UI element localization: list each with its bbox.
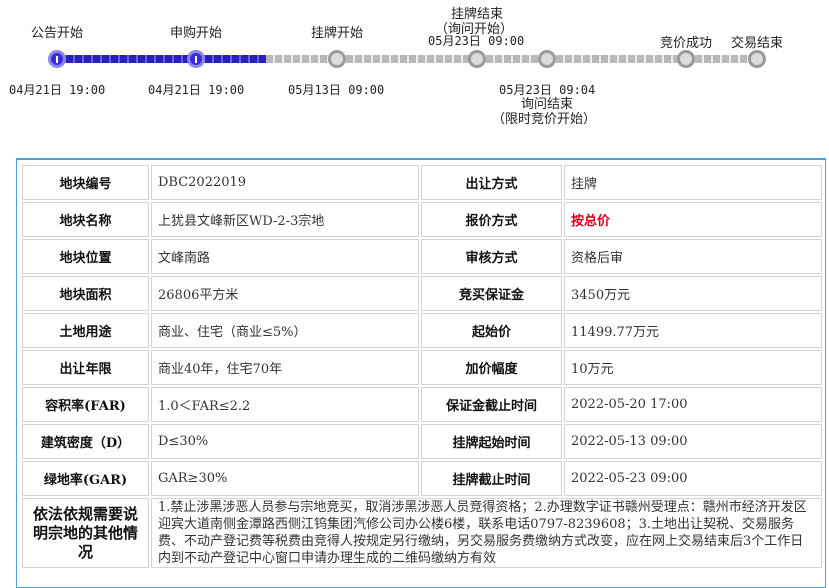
timeline-node-apply-start [187, 50, 205, 68]
timeline-node-trade-end [748, 50, 766, 68]
table-row: 地块面积 26806平方米 竞买保证金 3450万元 [22, 276, 822, 311]
value-parcel-area: 26806平方米 [151, 276, 419, 311]
timeline-date-listing-end: 05月23日 09:00 [428, 34, 525, 48]
timeline-label-bid-success: 竞价成功 [659, 36, 713, 51]
label-parcel-area: 地块面积 [22, 276, 149, 311]
table-row: 依法依规需要说明宗地的其他情况 1.禁止涉黑涉恶人员参与宗地竞买，取消涉黑涉恶人… [22, 498, 822, 568]
table-row: 建筑密度（D） D≤30% 挂牌起始时间 2022-05-13 09:00 [22, 424, 822, 459]
value-floor-area-ratio: 1.0＜FAR≤2.2 [151, 387, 419, 422]
label-parcel-name: 地块名称 [22, 202, 149, 237]
timeline-segment-3 [266, 55, 337, 63]
table-row: 容积率(FAR) 1.0＜FAR≤2.2 保证金截止时间 2022-05-20 … [22, 387, 822, 422]
value-review-method: 资格后审 [564, 239, 822, 274]
value-parcel-location: 文峰南路 [151, 239, 419, 274]
timeline-segment-7 [686, 55, 757, 63]
table-row: 土地用途 商业、住宅（商业≤5%） 起始价 11499.77万元 [22, 313, 822, 348]
land-info-table: 地块编号 DBC2022019 出让方式 挂牌 地块名称 上犹县文峰新区WD-2… [20, 163, 824, 570]
timeline-segment-5 [477, 55, 547, 63]
label-bid-deposit: 竞买保证金 [421, 276, 562, 311]
label-transfer-method: 出让方式 [421, 165, 562, 200]
label-parcel-number: 地块编号 [22, 165, 149, 200]
timeline-segment-6 [547, 55, 686, 63]
timeline-label-trade-end: 交易结束 [730, 36, 784, 51]
timeline-label-listing-start: 挂牌开始 [310, 26, 364, 41]
timeline-node-announce-start [48, 50, 66, 68]
table-row: 地块位置 文峰南路 审核方式 资格后审 [22, 239, 822, 274]
timeline-node-inquiry-end [538, 50, 556, 68]
table-row: 绿地率(GAR) GAR≥30% 挂牌截止时间 2022-05-23 09:00 [22, 461, 822, 496]
value-listing-end-time: 2022-05-23 09:00 [564, 461, 822, 496]
value-parcel-name: 上犹县文峰新区WD-2-3宗地 [151, 202, 419, 237]
value-transfer-term: 商业40年，住宅70年 [151, 350, 419, 385]
timeline-date-announce-start: 04月21日 19:00 [9, 83, 106, 97]
timeline-label-timed-bid-start: （限时竞价开始） [491, 112, 597, 127]
value-quote-method: 按总价 [564, 202, 822, 237]
label-floor-area-ratio: 容积率(FAR) [22, 387, 149, 422]
timeline-date-listing-start: 05月13日 09:00 [288, 83, 385, 97]
value-bid-deposit: 3450万元 [564, 276, 822, 311]
label-parcel-location: 地块位置 [22, 239, 149, 274]
label-listing-end-time: 挂牌截止时间 [421, 461, 562, 496]
label-other-conditions: 依法依规需要说明宗地的其他情况 [22, 498, 149, 568]
value-green-ratio: GAR≥30% [151, 461, 419, 496]
timeline-node-listing-end [468, 50, 486, 68]
timeline-node-listing-start [328, 50, 346, 68]
value-parcel-number: DBC2022019 [151, 165, 419, 200]
timeline-segment-2 [196, 55, 266, 63]
table-row: 地块编号 DBC2022019 出让方式 挂牌 [22, 165, 822, 200]
timeline-segment-1 [57, 55, 196, 63]
timeline-date-apply-start: 04月21日 19:00 [148, 83, 245, 97]
label-quote-method: 报价方式 [421, 202, 562, 237]
value-deposit-deadline: 2022-05-20 17:00 [564, 387, 822, 422]
timeline-node-bid-success [677, 50, 695, 68]
label-review-method: 审核方式 [421, 239, 562, 274]
label-land-use: 土地用途 [22, 313, 149, 348]
value-other-conditions: 1.禁止涉黑涉恶人员参与宗地竞买，取消涉黑涉恶人员竞得资格；2.办理数字证书赣州… [151, 498, 822, 568]
label-deposit-deadline: 保证金截止时间 [421, 387, 562, 422]
value-bid-increment: 10万元 [564, 350, 822, 385]
value-listing-start-time: 2022-05-13 09:00 [564, 424, 822, 459]
label-listing-start-time: 挂牌起始时间 [421, 424, 562, 459]
timeline-label-apply-start: 申购开始 [169, 26, 223, 41]
timeline-segment-4 [337, 55, 477, 63]
value-land-use: 商业、住宅（商业≤5%） [151, 313, 419, 348]
table-row: 地块名称 上犹县文峰新区WD-2-3宗地 报价方式 按总价 [22, 202, 822, 237]
table-row: 出让年限 商业40年，住宅70年 加价幅度 10万元 [22, 350, 822, 385]
label-transfer-term: 出让年限 [22, 350, 149, 385]
label-bid-increment: 加价幅度 [421, 350, 562, 385]
timeline-label-announce-start: 公告开始 [30, 26, 84, 41]
value-building-density: D≤30% [151, 424, 419, 459]
label-starting-price: 起始价 [421, 313, 562, 348]
land-info-panel: 地块编号 DBC2022019 出让方式 挂牌 地块名称 上犹县文峰新区WD-2… [16, 158, 826, 588]
label-green-ratio: 绿地率(GAR) [22, 461, 149, 496]
progress-timeline: 公告开始 申购开始 挂牌开始 挂牌结束 （询问开始） 竞价成功 交易结束 04月… [0, 0, 829, 150]
label-building-density: 建筑密度（D） [22, 424, 149, 459]
value-transfer-method: 挂牌 [564, 165, 822, 200]
value-starting-price: 11499.77万元 [564, 313, 822, 348]
